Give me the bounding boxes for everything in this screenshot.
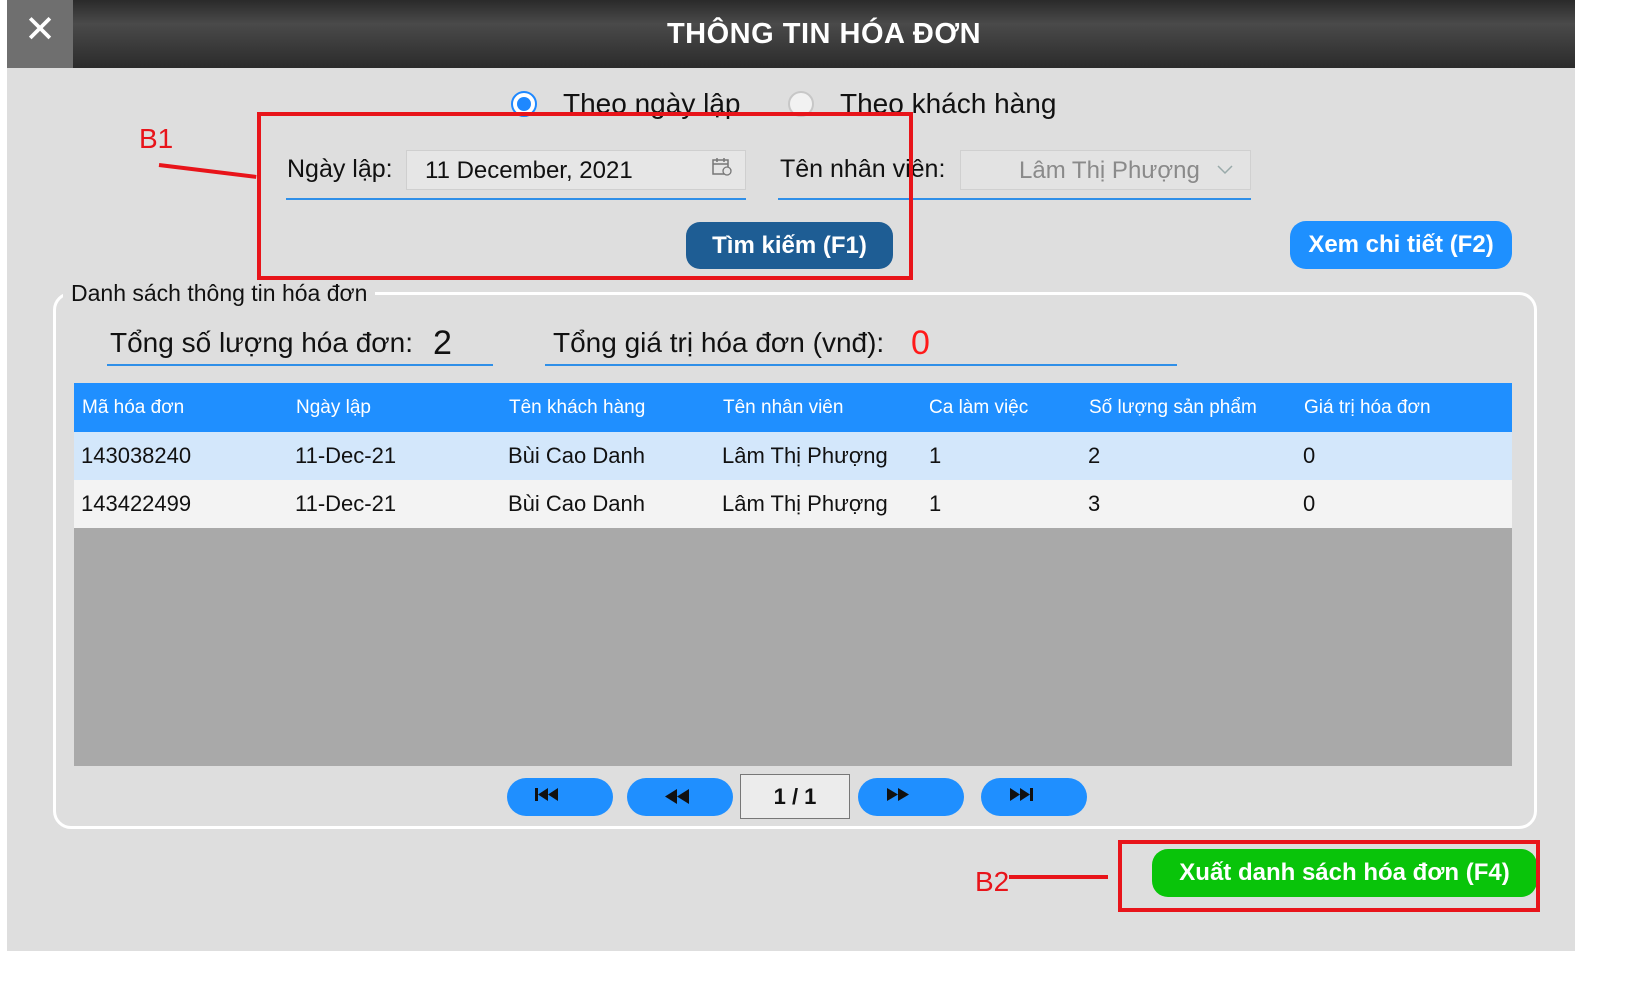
view-detail-button[interactable]: Xem chi tiết (F2): [1290, 221, 1512, 269]
cell-date: 11-Dec-21: [295, 491, 397, 516]
next-page-button[interactable]: [858, 778, 964, 816]
close-button[interactable]: ✕: [7, 0, 73, 68]
col-header-date[interactable]: Ngày lập: [296, 383, 371, 432]
cell-customer: Bùi Cao Danh: [508, 491, 645, 516]
previous-page-button[interactable]: [627, 778, 733, 816]
fast-forward-icon: [887, 788, 909, 801]
cell-value: 0: [1303, 491, 1316, 516]
skip-last-icon: [1010, 788, 1033, 801]
cell-employee: Lâm Thị Phượng: [722, 491, 888, 516]
cell-employee: Lâm Thị Phượng: [722, 443, 888, 468]
col-header-shift[interactable]: Ca làm việc: [929, 383, 1028, 432]
cell-quantity: 3: [1088, 491, 1101, 516]
page-indicator: 1 / 1: [740, 774, 850, 819]
col-header-value[interactable]: Giá trị hóa đơn: [1304, 383, 1431, 432]
total-value-value: 0: [911, 324, 930, 362]
cell-invoice-id: 143422499: [81, 491, 192, 516]
cell-value: 0: [1303, 443, 1316, 468]
window-title: THÔNG TIN HÓA ĐƠN: [666, 18, 982, 50]
annotation-pointer-b1: [158, 163, 257, 179]
cell-date: 11-Dec-21: [295, 443, 397, 468]
last-page-button[interactable]: [981, 778, 1087, 816]
col-header-customer[interactable]: Tên khách hàng: [509, 383, 645, 432]
annotation-pointer-b2: [1009, 875, 1108, 879]
col-header-invoice-id[interactable]: Mã hóa đơn: [82, 383, 184, 432]
total-count-value: 2: [433, 324, 452, 362]
total-count-underline: [107, 364, 493, 366]
total-value-label: Tổng giá trị hóa đơn (vnđ):: [553, 327, 885, 358]
total-value-underline: [545, 364, 1177, 366]
first-page-button[interactable]: [507, 778, 613, 816]
cell-shift: 1: [929, 491, 942, 516]
annotation-box-b2: [1118, 840, 1540, 912]
skip-first-icon: [535, 788, 558, 801]
cell-shift: 1: [929, 443, 942, 468]
cell-invoice-id: 143038240: [81, 443, 192, 468]
invoice-list-title: Danh sách thông tin hóa đơn: [63, 280, 376, 307]
annotation-box-b1: [257, 112, 913, 280]
invoice-info-window: ✕ THÔNG TIN HÓA ĐƠN Theo ngày lập Theo k…: [7, 0, 1575, 951]
title-bar: ✕ THÔNG TIN HÓA ĐƠN: [7, 0, 1575, 68]
annotation-label-b1: B1: [139, 123, 174, 154]
total-count-label: Tổng số lượng hóa đơn:: [110, 327, 413, 358]
col-header-employee[interactable]: Tên nhân viên: [723, 383, 843, 432]
rewind-icon: [665, 789, 689, 804]
col-header-quantity[interactable]: Số lượng sản phẩm: [1089, 383, 1257, 432]
chevron-down-icon[interactable]: [1216, 164, 1234, 176]
cell-quantity: 2: [1088, 443, 1101, 468]
annotation-label-b2: B2: [975, 866, 1010, 897]
table-row[interactable]: 143422499 11-Dec-21 Bùi Cao Danh Lâm Thị…: [74, 480, 1512, 528]
table-header: Mã hóa đơn Ngày lập Tên khách hàng Tên n…: [74, 383, 1512, 432]
invoice-table[interactable]: Mã hóa đơn Ngày lập Tên khách hàng Tên n…: [74, 383, 1512, 766]
table-row[interactable]: 143038240 11-Dec-21 Bùi Cao Danh Lâm Thị…: [74, 432, 1512, 480]
cell-customer: Bùi Cao Danh: [508, 443, 645, 468]
employee-combobox[interactable]: Lâm Thị Phượng: [960, 150, 1251, 190]
